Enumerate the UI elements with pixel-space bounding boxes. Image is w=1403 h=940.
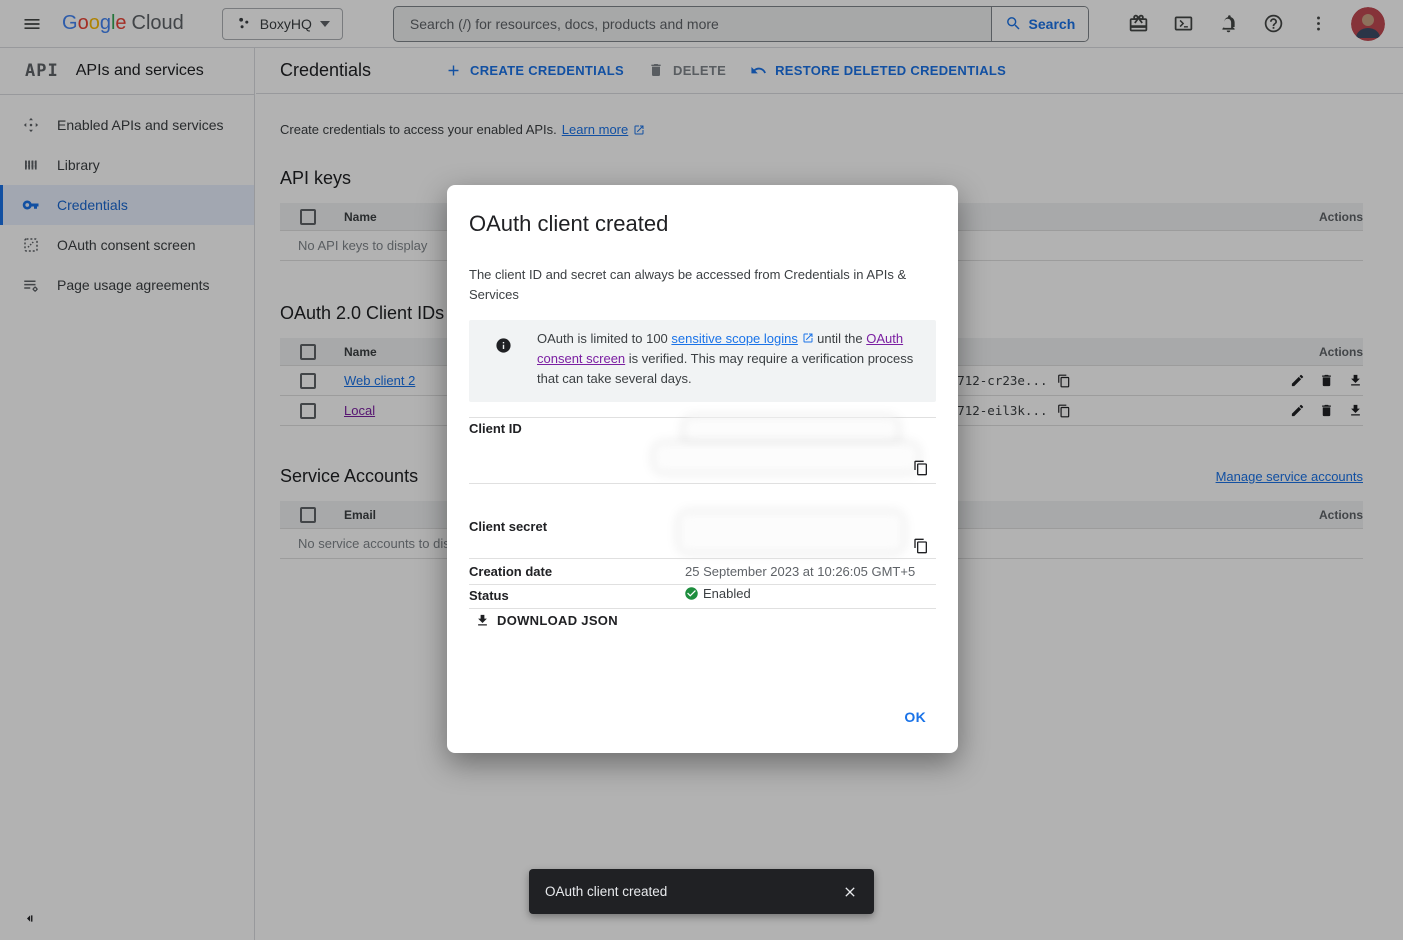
status-label: Status	[469, 588, 509, 603]
creation-date-value: 25 September 2023 at 10:26:05 GMT+5	[685, 564, 915, 579]
download-icon	[475, 613, 490, 628]
download-json-button[interactable]: DOWNLOAD JSON	[475, 613, 618, 628]
info-icon	[495, 337, 512, 354]
status-badge: Enabled	[684, 586, 751, 601]
ok-button[interactable]: OK	[896, 703, 934, 731]
sensitive-scope-logins-link[interactable]: sensitive scope logins	[671, 331, 797, 346]
snackbar-message: OAuth client created	[545, 884, 834, 899]
divider	[469, 558, 936, 559]
copy-client-id-icon[interactable]	[913, 459, 931, 477]
creation-date-label: Creation date	[469, 564, 552, 579]
redacted-client-secret	[680, 513, 902, 551]
divider	[469, 483, 936, 484]
status-value: Enabled	[703, 586, 751, 601]
external-link-icon	[802, 332, 814, 344]
notice-banner: OAuth is limited to 100 sensitive scope …	[469, 320, 936, 402]
oauth-client-created-dialog: OAuth client created The client ID and s…	[447, 185, 958, 753]
snackbar: OAuth client created	[529, 869, 874, 914]
client-id-label: Client ID	[469, 421, 522, 436]
check-circle-icon	[684, 586, 699, 601]
redacted-client-id	[655, 444, 917, 471]
copy-client-secret-icon[interactable]	[913, 537, 931, 555]
client-secret-label: Client secret	[469, 519, 547, 534]
notice-text: OAuth is limited to 100 sensitive scope …	[537, 329, 917, 389]
close-icon[interactable]	[834, 876, 866, 908]
dialog-title: OAuth client created	[469, 211, 668, 237]
dialog-subtitle: The client ID and secret can always be a…	[469, 265, 914, 305]
divider	[469, 608, 936, 609]
redacted-client-id	[685, 418, 897, 444]
divider	[469, 584, 936, 585]
